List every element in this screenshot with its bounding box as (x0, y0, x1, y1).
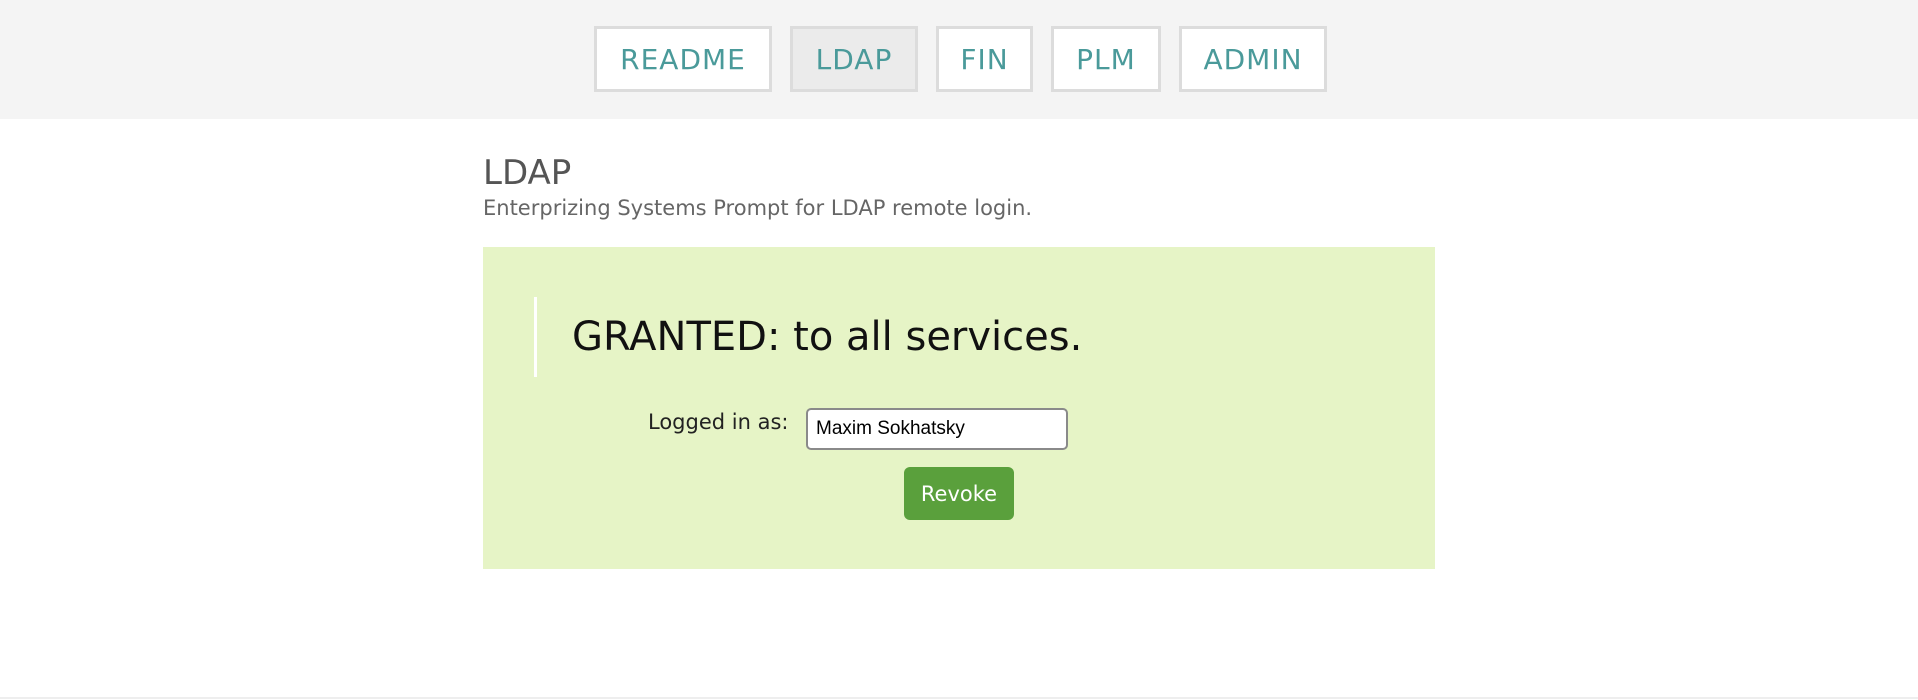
tab-admin[interactable]: ADMIN (1179, 26, 1327, 92)
tab-ldap[interactable]: LDAP (790, 26, 918, 92)
logged-in-label: Logged in as: (648, 410, 789, 434)
revoke-button[interactable]: Revoke (904, 467, 1014, 520)
page-subtitle: Enterprizing Systems Prompt for LDAP rem… (483, 196, 1033, 220)
username-input[interactable] (806, 408, 1068, 450)
nav-tabs: README LDAP FIN PLM ADMIN (594, 26, 1327, 92)
tab-fin[interactable]: FIN (936, 26, 1033, 92)
tab-plm[interactable]: PLM (1051, 26, 1161, 92)
status-message: GRANTED: to all services. (572, 314, 1083, 360)
footer-divider (0, 697, 1918, 699)
top-nav-bar: README LDAP FIN PLM ADMIN (0, 0, 1918, 119)
tab-readme[interactable]: README (594, 26, 772, 92)
login-status-panel: GRANTED: to all services. Logged in as: … (483, 247, 1435, 569)
page-title: LDAP (483, 153, 572, 193)
status-blockquote: GRANTED: to all services. (534, 297, 1082, 377)
